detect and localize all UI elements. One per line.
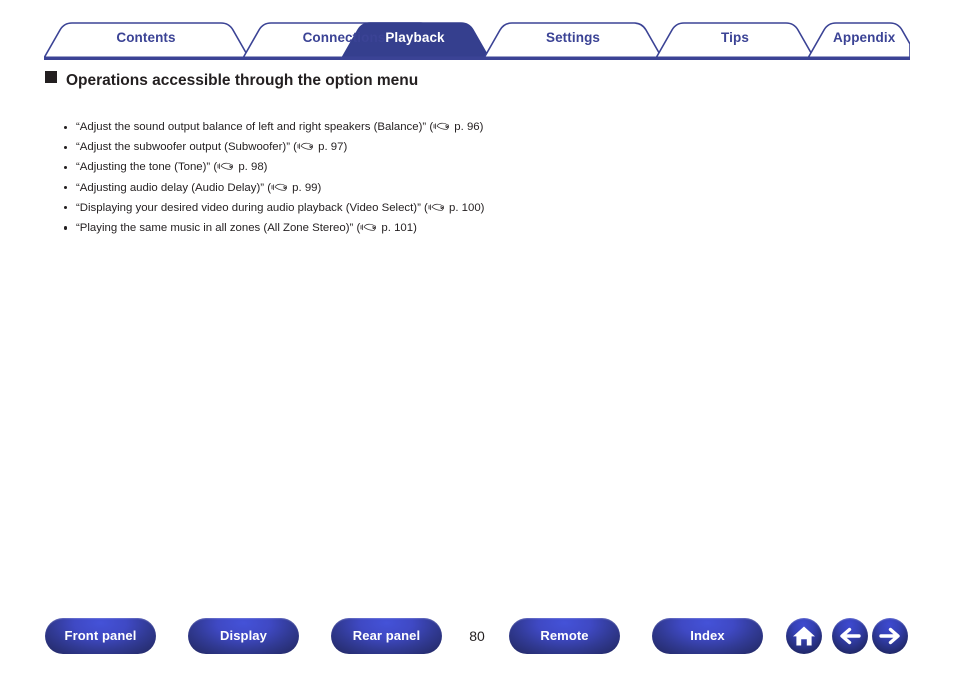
rear-panel-button-label: Rear panel bbox=[352, 628, 421, 643]
forward-arrow-icon bbox=[879, 627, 900, 645]
list-item[interactable]: “Displaying your desired video during au… bbox=[62, 201, 522, 217]
pointing-hand-icon bbox=[271, 183, 287, 191]
list-item[interactable]: “Adjusting audio delay (Audio Delay)” ( … bbox=[62, 181, 522, 197]
tab-settings[interactable]: Settings bbox=[509, 20, 637, 56]
tab-tips-label: Tips bbox=[721, 30, 749, 45]
list-item[interactable]: “Adjust the subwoofer output (Subwoofer)… bbox=[62, 140, 522, 156]
rear-panel-button[interactable]: Rear panel bbox=[331, 618, 442, 654]
footer-navigation: Front panel Display Rear panel 80 Remote… bbox=[0, 618, 954, 656]
tab-appendix-label: Appendix bbox=[833, 30, 896, 45]
list-item-text: “Adjusting the tone (Tone)” ( bbox=[76, 161, 218, 174]
tab-tips[interactable]: Tips bbox=[681, 20, 789, 56]
list-item-page-ref: p. 99) bbox=[289, 181, 322, 194]
bullet-dot-icon bbox=[64, 165, 68, 170]
list-item[interactable]: “Adjusting the tone (Tone)” ( p. 98) bbox=[62, 160, 522, 176]
list-item-page-ref: p. 97) bbox=[314, 141, 348, 154]
back-button[interactable] bbox=[832, 618, 868, 654]
bullet-dot-icon bbox=[64, 186, 68, 190]
bullet-dot-icon bbox=[64, 226, 68, 230]
tab-appendix[interactable]: Appendix bbox=[833, 20, 896, 56]
home-icon bbox=[793, 626, 815, 646]
list-item-text: “Playing the same music in all zones (Al… bbox=[76, 221, 361, 234]
pointing-hand-icon bbox=[217, 163, 234, 170]
front-panel-button[interactable]: Front panel bbox=[45, 618, 156, 654]
list-item-text: “Adjust the sound output balance of left… bbox=[76, 121, 434, 133]
list-item[interactable]: “Playing the same music in all zones (Al… bbox=[62, 221, 522, 237]
back-arrow-icon bbox=[840, 627, 861, 645]
pointing-hand-icon bbox=[433, 122, 449, 130]
bullet-dot-icon bbox=[64, 145, 68, 149]
pointing-hand-icon bbox=[360, 223, 377, 231]
pointing-hand-icon bbox=[428, 203, 444, 211]
list-item-page-ref: p. 100) bbox=[445, 201, 485, 214]
index-button[interactable]: Index bbox=[652, 618, 763, 654]
display-button[interactable]: Display bbox=[188, 618, 299, 654]
forward-button[interactable] bbox=[872, 618, 908, 654]
list-item-text: “Adjusting audio delay (Audio Delay)” ( bbox=[76, 181, 272, 194]
black-square-icon bbox=[45, 71, 57, 83]
list-item-page-ref: p. 101) bbox=[378, 221, 417, 234]
tab-contents-label: Contents bbox=[116, 30, 176, 45]
tab-playback-label: Playback bbox=[385, 30, 445, 45]
display-button-label: Display bbox=[220, 628, 267, 643]
remote-button-label: Remote bbox=[540, 628, 589, 643]
list-item-text: “Displaying your desired video during au… bbox=[76, 201, 428, 214]
list-item[interactable]: “Adjust the sound output balance of left… bbox=[62, 120, 522, 136]
front-panel-button-label: Front panel bbox=[64, 628, 137, 643]
list-item-page-ref: p. 98) bbox=[235, 161, 268, 174]
section-heading-text: Operations accessible through the option… bbox=[66, 72, 419, 89]
bullet-dot-icon bbox=[64, 206, 68, 210]
tab-contents[interactable]: Contents bbox=[70, 20, 222, 56]
section-heading: Operations accessible through the option… bbox=[45, 70, 465, 91]
list-item-page-ref: p. 96) bbox=[451, 121, 484, 133]
tab-settings-label: Settings bbox=[545, 30, 601, 45]
home-button[interactable] bbox=[786, 618, 822, 654]
page-number: 80 bbox=[469, 628, 485, 644]
bullet-dot-icon bbox=[64, 125, 68, 129]
tab-playback[interactable]: Playback bbox=[367, 20, 463, 56]
index-button-label: Index bbox=[690, 628, 725, 643]
cross-reference-list: “Adjust the sound output balance of left… bbox=[62, 120, 522, 241]
list-item-text: “Adjust the subwoofer output (Subwoofer)… bbox=[76, 141, 297, 154]
tab-bar: Contents Connections Playback Settings T… bbox=[44, 20, 910, 60]
remote-button[interactable]: Remote bbox=[509, 618, 620, 654]
tab-bar-baseline bbox=[44, 56, 910, 60]
pointing-hand-icon bbox=[297, 143, 313, 150]
